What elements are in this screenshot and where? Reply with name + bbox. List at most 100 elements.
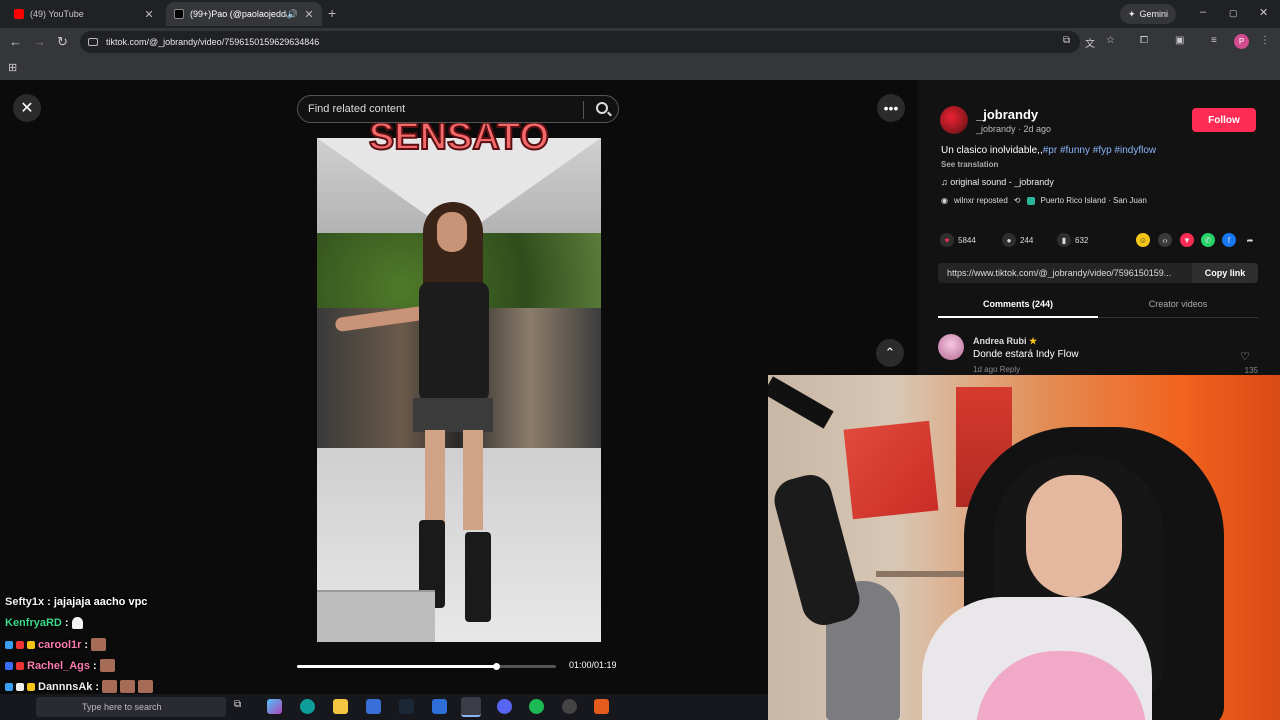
like-count: 5844 — [958, 235, 976, 245]
chat-message: KenfryaRD : — [5, 617, 83, 629]
spotify-icon[interactable] — [529, 699, 544, 714]
chat-username: carool1r — [38, 638, 82, 651]
menu-icon[interactable]: ⋮ — [1260, 35, 1270, 46]
store-icon[interactable] — [366, 699, 381, 714]
address-bar-row: ← → ↻ tiktok.com/@_jobrandy/video/759615… — [0, 28, 1280, 56]
like-button[interactable]: ♥ 5844 — [940, 233, 976, 247]
emote-icon — [99, 659, 115, 672]
repost-info: ◉ wilnxr reposted ⟲ Puerto Rico Island ·… — [941, 196, 1147, 205]
close-tab-icon[interactable]: ✕ — [144, 8, 154, 21]
windows-taskbar: Type here to search ⧉ — [0, 694, 768, 720]
app-icon[interactable] — [432, 699, 447, 714]
related-search-input[interactable]: Find related content — [297, 95, 619, 123]
reposted-text[interactable]: wilnxr reposted — [954, 196, 1008, 205]
creator-avatar[interactable] — [940, 106, 968, 134]
creator-username[interactable]: _jobrandy — [976, 107, 1038, 122]
gemini-button[interactable]: ✦ Gemini — [1120, 4, 1177, 24]
file-explorer-icon[interactable] — [333, 699, 348, 714]
progress-bar[interactable] — [297, 663, 556, 670]
comment-button[interactable]: ● 244 — [1002, 233, 1033, 247]
wall-poster — [843, 420, 939, 520]
location-text[interactable]: Puerto Rico Island · San Juan — [1041, 196, 1147, 205]
chat-text: : — [64, 617, 69, 629]
comment-like-icon[interactable]: ♡ — [1240, 350, 1250, 363]
chat-username: KenfryaRD — [5, 617, 62, 629]
obs-icon[interactable] — [562, 699, 577, 714]
media-control-icon[interactable]: ≡ — [1211, 35, 1217, 46]
discord-icon[interactable] — [497, 699, 512, 714]
edge-icon[interactable] — [300, 699, 315, 714]
close-tab-icon[interactable]: ✕ — [304, 8, 314, 21]
caption-hashtags[interactable]: #pr #funny #fyp #indyflow — [1043, 145, 1156, 156]
badge-icon — [16, 682, 24, 691]
app-icon[interactable] — [594, 699, 609, 714]
commenter-name[interactable]: Andrea Rubi ★ — [973, 336, 1037, 347]
post-caption: Un clasico inolvidable,,#pr #funny #fyp … — [941, 145, 1156, 156]
comment-meta[interactable]: 1d ago Reply — [973, 365, 1020, 374]
close-window-button[interactable]: ✕ — [1259, 6, 1268, 19]
post-link-text[interactable]: https://www.tiktok.com/@_jobrandy/video/… — [947, 268, 1189, 278]
search-divider — [583, 101, 584, 119]
forward-icon[interactable]: → — [33, 34, 46, 49]
url-field[interactable]: tiktok.com/@_jobrandy/video/759615015962… — [80, 31, 1080, 53]
sparkle-icon: ✦ — [1128, 8, 1136, 19]
new-tab-button[interactable]: + — [328, 5, 336, 21]
copy-link-button[interactable]: Copy link — [1192, 263, 1258, 283]
send-icon[interactable]: ▼ — [1180, 233, 1194, 247]
facebook-icon[interactable]: f — [1222, 233, 1236, 247]
progress-handle[interactable] — [493, 663, 501, 670]
see-translation-link[interactable]: See translation — [941, 160, 998, 169]
tab-tiktok[interactable]: (99+)Pao (@paolaojedda) | 🔊 ✕ — [166, 2, 322, 26]
chat-text: : jajajaja aacho vpc — [47, 596, 148, 608]
minimize-button[interactable]: – — [1200, 6, 1206, 18]
embed-icon[interactable]: ‹› — [1158, 233, 1172, 247]
video-performer — [334, 202, 501, 622]
apps-grid-icon[interactable]: ⊞ — [8, 61, 17, 74]
chrome-icon[interactable] — [461, 697, 481, 717]
site-info-icon[interactable] — [88, 38, 98, 46]
reload-icon[interactable]: ↻ — [57, 34, 68, 50]
taskbar-search-input[interactable]: Type here to search — [36, 697, 226, 717]
tab-creator-videos[interactable]: Creator videos — [1098, 299, 1258, 309]
back-icon[interactable]: ← — [9, 34, 22, 49]
whatsapp-icon[interactable]: ✆ — [1201, 233, 1215, 247]
more-options-button[interactable]: ••• — [877, 94, 905, 122]
steam-icon[interactable] — [399, 699, 414, 714]
translate-icon[interactable]: 文 — [1085, 35, 1095, 50]
sound-link[interactable]: ♫ original sound - _jobrandy — [941, 177, 1054, 187]
extensions-icon[interactable]: ⧠ — [1140, 35, 1148, 46]
performer-leg — [425, 430, 445, 530]
follow-button[interactable]: Follow — [1192, 108, 1256, 132]
search-placeholder: Find related content — [308, 103, 406, 115]
bookmarks-bar: ⊞ — [0, 56, 1280, 80]
speaker-icon[interactable]: 🔊 — [287, 9, 298, 20]
copilot-icon[interactable] — [267, 699, 282, 714]
chat-username: DannnsAk — [38, 680, 93, 693]
emoji-share-icon[interactable]: ☺ — [1136, 233, 1150, 247]
search-icon[interactable] — [596, 102, 608, 114]
chat-text: : — [95, 680, 100, 693]
tiktok-icon — [174, 9, 184, 19]
comment-count: 244 — [1020, 235, 1034, 245]
streamer-face — [1026, 475, 1122, 597]
install-app-icon[interactable]: ⧉ — [1063, 35, 1070, 46]
bookmark-star-icon[interactable]: ☆ — [1106, 35, 1115, 46]
tab-youtube[interactable]: (49) YouTube ✕ — [6, 2, 162, 26]
action-bar: ♥ 5844 ● 244 ▮ 632 ☺ ‹› ▼ ✆ f ➦ — [940, 230, 1260, 252]
chat-message: carool1r : — [5, 638, 107, 651]
share-arrow-icon[interactable]: ➦ — [1243, 233, 1257, 247]
close-video-button[interactable]: ✕ — [13, 94, 41, 122]
browser-tab-bar: (49) YouTube ✕ (99+)Pao (@paolaojedda) |… — [0, 0, 1280, 28]
tab-comments[interactable]: Comments (244) — [938, 299, 1098, 309]
video-frame[interactable] — [317, 138, 601, 642]
profile-avatar[interactable]: P — [1234, 34, 1249, 49]
ghost-emote-icon — [71, 617, 83, 629]
chat-username: Rachel_Ags — [27, 659, 90, 672]
previous-video-button[interactable]: ⌃ — [876, 339, 904, 367]
sidebar-icon[interactable]: ▣ — [1175, 35, 1184, 46]
save-button[interactable]: ▮ 632 — [1057, 233, 1088, 247]
commenter-avatar[interactable] — [938, 334, 964, 360]
task-view-icon[interactable]: ⧉ — [234, 699, 249, 714]
maximize-button[interactable]: ▢ — [1229, 8, 1238, 19]
panel-tabs: Comments (244) Creator videos — [938, 294, 1258, 318]
